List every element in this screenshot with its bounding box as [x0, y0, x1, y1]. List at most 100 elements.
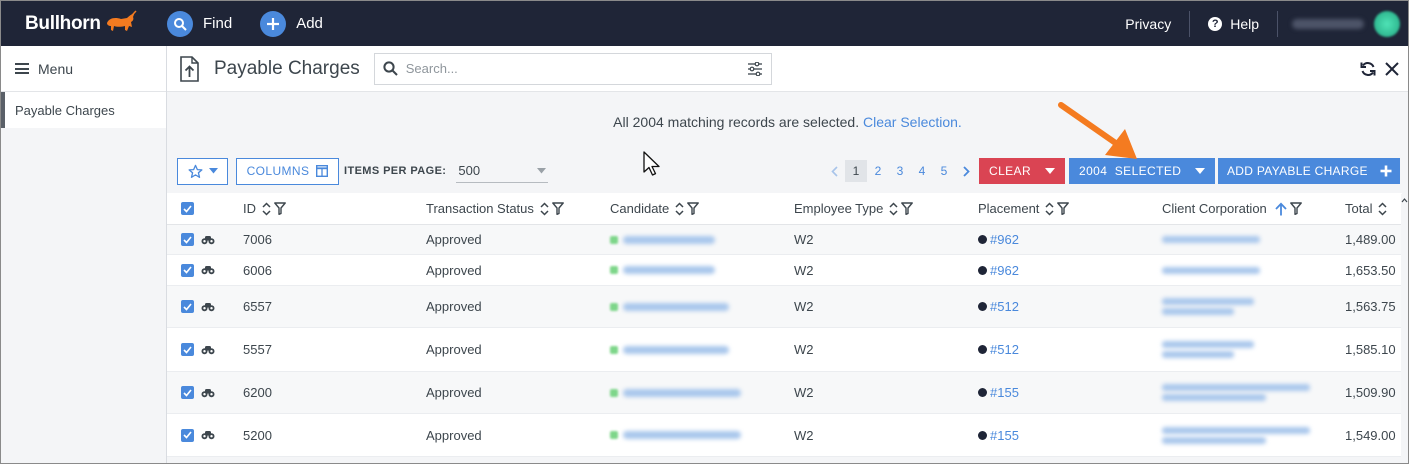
cell-candidate-redacted[interactable] [610, 388, 794, 397]
cell-client-corporation-redacted[interactable] [1162, 233, 1345, 246]
vertical-scrollbar[interactable] [1401, 194, 1408, 463]
prev-page-icon[interactable] [823, 160, 845, 182]
page-5[interactable]: 5 [933, 160, 955, 182]
find-button[interactable]: Find [167, 10, 232, 37]
cell-transaction-status: Approved [426, 299, 482, 314]
row-checkbox[interactable] [181, 263, 194, 277]
placement-link[interactable]: #962 [990, 263, 1019, 278]
next-page-icon[interactable] [955, 160, 977, 182]
row-checkbox[interactable] [181, 233, 194, 246]
table-row[interactable]: 6557 Approved W2 #512 1,563.75 [167, 286, 1402, 328]
placement-link[interactable]: #512 [990, 342, 1019, 357]
items-per-page-select[interactable]: 500 [456, 159, 549, 183]
refresh-icon[interactable] [1360, 61, 1376, 77]
row-checkbox[interactable] [181, 300, 194, 313]
sort-icon[interactable] [1378, 201, 1387, 216]
filter-sliders-icon[interactable] [747, 61, 763, 76]
sort-ascending-icon[interactable] [1275, 202, 1287, 216]
cell-employee-type: W2 [794, 232, 814, 247]
mouse-cursor-icon [643, 151, 660, 176]
menu-toggle[interactable]: Menu [1, 46, 166, 92]
preview-binoculars-icon[interactable] [201, 388, 215, 398]
clear-selection-link[interactable]: Clear Selection. [863, 114, 962, 130]
cell-transaction-status: Approved [426, 385, 482, 400]
search-box [373, 52, 772, 85]
preview-binoculars-icon[interactable] [201, 345, 215, 355]
cell-client-corporation-redacted[interactable] [1162, 264, 1345, 277]
cell-client-corporation-redacted[interactable] [1162, 381, 1345, 404]
table-row[interactable]: 7006 Approved W2 #962 1,489.00 [167, 225, 1402, 255]
row-checkbox[interactable] [181, 428, 194, 442]
cell-candidate-redacted[interactable] [610, 345, 794, 354]
search-input[interactable] [405, 61, 747, 76]
cell-id: 5557 [243, 342, 272, 357]
add-button[interactable]: Add [260, 10, 323, 37]
preview-binoculars-icon[interactable] [201, 265, 215, 275]
placement-link[interactable]: #155 [990, 385, 1019, 400]
column-header-employee-type[interactable]: Employee Type [794, 201, 978, 216]
cell-placement: #155 [978, 428, 1162, 443]
page-4[interactable]: 4 [911, 160, 933, 182]
placement-link[interactable]: #512 [990, 299, 1019, 314]
cell-candidate-redacted[interactable] [610, 235, 794, 244]
help-button[interactable]: ? Help [1190, 16, 1277, 32]
privacy-link[interactable]: Privacy [1107, 16, 1189, 32]
sort-icon[interactable] [675, 201, 684, 216]
app-window: Bullhorn Find Add Privacy ? Help Menu Pa… [0, 0, 1409, 464]
sort-icon[interactable] [889, 201, 898, 216]
nav-right: Privacy ? Help [1107, 1, 1408, 46]
cell-client-corporation-redacted[interactable] [1162, 295, 1345, 318]
filter-icon[interactable] [1057, 202, 1070, 215]
bullhorn-logo[interactable]: Bullhorn [25, 9, 145, 39]
row-checkbox[interactable] [181, 386, 194, 399]
cell-transaction-status: Approved [426, 342, 482, 357]
table-row[interactable]: 5557 Approved W2 #512 1,585.10 [167, 328, 1402, 372]
column-header-client-corporation[interactable]: Client Corporation [1162, 201, 1345, 216]
cell-client-corporation-redacted[interactable] [1162, 424, 1345, 447]
user-menu[interactable] [1278, 10, 1408, 37]
cell-candidate-redacted[interactable] [610, 302, 794, 311]
cell-total: 1,653.50 [1345, 262, 1396, 278]
cell-candidate-redacted[interactable] [610, 266, 794, 274]
placement-link[interactable]: #962 [990, 232, 1019, 247]
row-checkbox[interactable] [181, 343, 194, 356]
sort-icon[interactable] [262, 201, 271, 216]
page-2[interactable]: 2 [867, 160, 889, 182]
hamburger-icon [15, 63, 29, 74]
page-1[interactable]: 1 [845, 160, 867, 182]
preview-binoculars-icon[interactable] [201, 430, 215, 440]
filter-icon[interactable] [1289, 202, 1302, 215]
filter-icon[interactable] [274, 202, 286, 215]
columns-button[interactable]: COLUMNS [236, 157, 339, 185]
status-dot-icon [978, 302, 987, 311]
column-header-total[interactable]: Total [1345, 201, 1402, 216]
sidebar-item-payable-charges[interactable]: Payable Charges [1, 92, 166, 128]
top-nav: Bullhorn Find Add Privacy ? Help [1, 1, 1408, 46]
add-payable-charge-button[interactable]: ADD PAYABLE CHARGE [1218, 158, 1400, 184]
column-header-id[interactable]: ID [243, 201, 426, 216]
preview-binoculars-icon[interactable] [201, 235, 215, 245]
select-all-checkbox[interactable] [181, 202, 194, 215]
page-3[interactable]: 3 [889, 160, 911, 182]
preview-binoculars-icon[interactable] [201, 302, 215, 312]
filter-icon[interactable] [552, 202, 564, 215]
add-payable-charge-label: ADD PAYABLE CHARGE [1227, 164, 1368, 178]
filter-icon[interactable] [687, 202, 700, 215]
caret-down-icon [537, 167, 547, 173]
filter-icon[interactable] [901, 202, 914, 215]
column-header-candidate[interactable]: Candidate [610, 201, 794, 216]
column-header-transaction-status[interactable]: Transaction Status [426, 201, 610, 216]
column-header-placement[interactable]: Placement [978, 201, 1162, 216]
add-label: Add [296, 15, 323, 32]
placement-link[interactable]: #155 [990, 428, 1019, 443]
table-row[interactable]: 6006 Approved W2 #962 1,653.50 [167, 255, 1402, 286]
sort-icon[interactable] [1045, 201, 1054, 216]
cell-placement: #962 [978, 263, 1162, 278]
sort-icon[interactable] [540, 201, 549, 216]
cell-client-corporation-redacted[interactable] [1162, 338, 1345, 361]
close-icon[interactable] [1384, 61, 1400, 77]
table-row[interactable]: 5200 Approved W2 #155 1,549.00 [167, 414, 1402, 457]
favorites-button[interactable] [177, 157, 228, 185]
table-row[interactable]: 6200 Approved W2 #155 1,509.90 [167, 372, 1402, 414]
cell-candidate-redacted[interactable] [610, 431, 794, 439]
